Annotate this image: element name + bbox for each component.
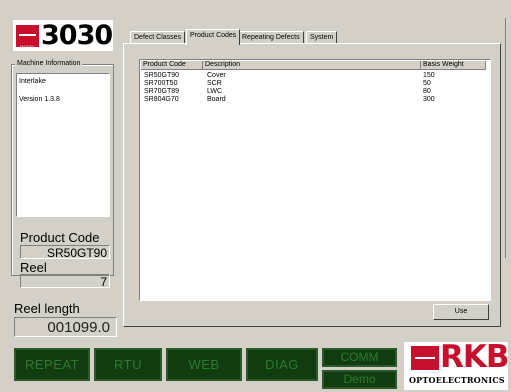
table-cell[interactable]: SR50GT90	[144, 72, 179, 79]
rtu-button[interactable]: RTU	[94, 348, 162, 381]
side-panel-strip[interactable]	[505, 18, 511, 258]
table-cell[interactable]: SR804G70	[144, 96, 179, 103]
diag-button[interactable]: DIAG	[246, 348, 318, 381]
rkb-logo: RKB OPTOELECTRONICS	[404, 339, 510, 390]
product-codes-list[interactable]	[139, 59, 491, 301]
table-cell[interactable]: 150	[423, 72, 435, 79]
column-header-basis-weight[interactable]: Basis Weight	[421, 61, 486, 70]
model-logo: MODEL 3030	[13, 20, 113, 51]
product-code-value: SR50GT90	[20, 245, 110, 260]
machine-info-line: Interlake	[19, 78, 46, 85]
column-header-product-code[interactable]: Product Code	[141, 61, 203, 70]
rkb-tagline: OPTOELECTRONICS	[409, 375, 505, 385]
table-cell[interactable]: LWC	[207, 88, 222, 95]
reel-length-value: 001099.0	[14, 317, 117, 337]
demo-button[interactable]: Demo	[322, 370, 397, 389]
machine-info-title: Machine Information	[15, 59, 83, 68]
table-cell[interactable]: 300	[423, 96, 435, 103]
column-header-description[interactable]: Description	[203, 61, 421, 70]
table-cell[interactable]: SR700T50	[144, 80, 177, 87]
table-cell[interactable]: SR70GT89	[144, 88, 179, 95]
comm-button[interactable]: COMM	[322, 348, 397, 367]
rkb-logo-text: RKB	[440, 339, 510, 375]
model-number: 3030	[41, 20, 113, 51]
logo-mark-icon: MODEL	[16, 25, 39, 49]
product-code-label: Product Code	[20, 230, 100, 245]
reel-label: Reel	[20, 260, 47, 275]
table-cell[interactable]: Cover	[207, 72, 226, 79]
machine-info-line: Version 1.3.8	[19, 96, 60, 103]
tab-product-codes[interactable]: Product Codes	[186, 29, 241, 45]
table-cell[interactable]: SCR	[207, 80, 222, 87]
reel-value: 7	[20, 274, 110, 289]
table-cell[interactable]: 80	[423, 88, 431, 95]
repeat-button[interactable]: REPEAT	[14, 348, 90, 381]
table-cell[interactable]: 50	[423, 80, 431, 87]
rkb-mark-icon	[411, 346, 439, 370]
web-button[interactable]: WEB	[166, 348, 242, 381]
table-cell[interactable]: Board	[207, 96, 226, 103]
use-button[interactable]: Use	[433, 304, 489, 320]
reel-length-label: Reel length	[14, 301, 80, 316]
